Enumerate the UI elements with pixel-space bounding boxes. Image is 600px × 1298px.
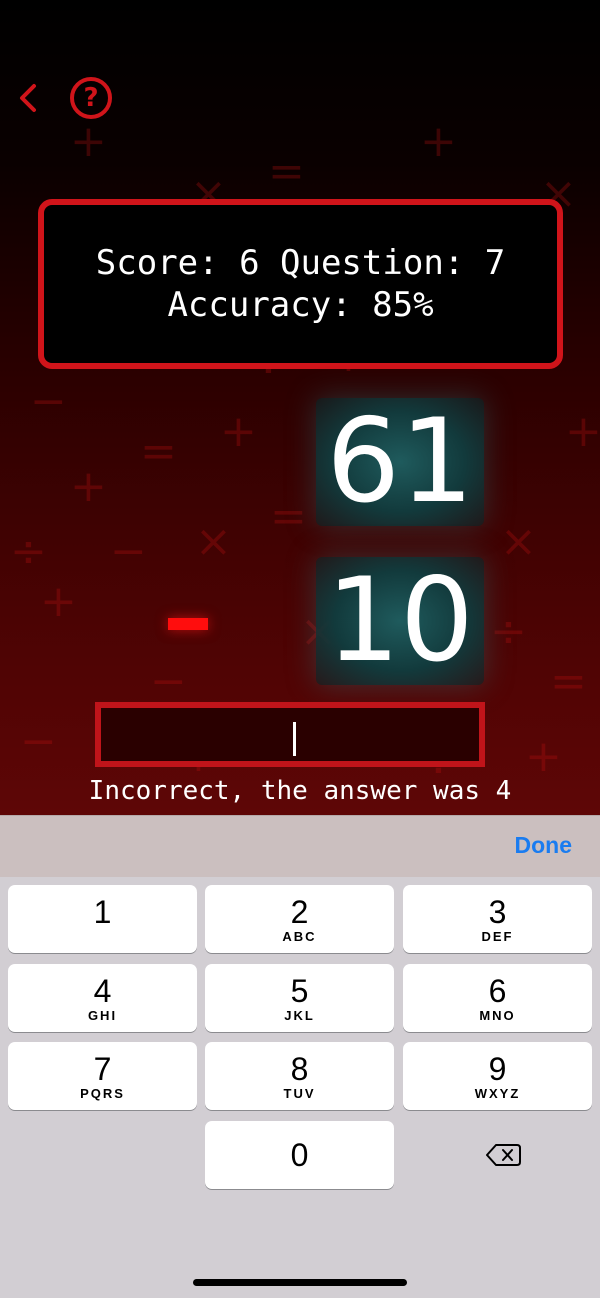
key-4[interactable]: 4 GHI: [8, 964, 197, 1032]
backspace-icon: [486, 1144, 521, 1166]
background-symbol: +: [420, 116, 457, 167]
background-symbol: =: [140, 426, 177, 477]
back-button[interactable]: [12, 78, 46, 118]
answer-input[interactable]: [95, 702, 485, 767]
keyboard-toolbar: Done: [0, 815, 600, 877]
background-symbol: −: [110, 526, 147, 577]
scoreboard: Score: 6 Question: 7 Accuracy: 85%: [38, 199, 563, 369]
key-3[interactable]: 3 DEF: [403, 885, 592, 953]
feedback-message: Incorrect, the answer was 4: [88, 776, 512, 806]
key-letters: PQRS: [80, 1086, 125, 1101]
minus-operator: [168, 618, 208, 630]
background-symbol: ÷: [490, 606, 527, 657]
key-digit: 1: [93, 894, 112, 930]
key-8[interactable]: 8 TUV: [205, 1042, 394, 1110]
key-letters: WXYZ: [474, 1086, 521, 1101]
text-caret: [293, 722, 296, 756]
done-button[interactable]: Done: [515, 832, 573, 859]
home-indicator: [193, 1279, 407, 1286]
background-symbol: ÷: [10, 526, 47, 577]
question-circle-icon: ?: [83, 83, 99, 113]
key-digit: 2: [290, 894, 309, 930]
key-letters: GHI: [87, 1008, 118, 1023]
chevron-left-icon: [20, 84, 36, 112]
numeric-keypad: 1 2 ABC 3 DEF 4 GHI 5 JKL 6 MNO 7 PQRS 8…: [0, 877, 600, 1298]
key-letters: MNO: [479, 1008, 516, 1023]
key-6[interactable]: 6 MNO: [403, 964, 592, 1032]
score-question-text: Score: 6 Question: 7: [95, 243, 506, 283]
help-button[interactable]: ?: [70, 77, 112, 119]
key-letters: DEF: [481, 929, 514, 944]
key-2[interactable]: 2 ABC: [205, 885, 394, 953]
background-symbol: +: [220, 406, 257, 457]
key-digit: 8: [290, 1051, 309, 1087]
background-symbol: ×: [195, 516, 232, 567]
key-digit: 4: [93, 973, 112, 1009]
key-7[interactable]: 7 PQRS: [8, 1042, 197, 1110]
background-symbol: +: [40, 576, 77, 627]
key-1[interactable]: 1: [8, 885, 197, 953]
first-operand: 61: [316, 398, 484, 526]
key-digit: 3: [488, 894, 507, 930]
second-operand: 10: [316, 557, 484, 685]
background-symbol: +: [70, 461, 107, 512]
background-symbol: =: [550, 656, 587, 707]
delete-key[interactable]: [403, 1121, 592, 1189]
key-letters: JKL: [284, 1008, 315, 1023]
key-digit: 6: [488, 973, 507, 1009]
background-symbol: −: [150, 656, 187, 707]
background-symbol: −: [20, 716, 57, 767]
key-letters: TUV: [283, 1086, 316, 1101]
key-digit: 5: [290, 973, 309, 1009]
key-digit: 7: [93, 1051, 112, 1087]
key-5[interactable]: 5 JKL: [205, 964, 394, 1032]
key-digit: 9: [488, 1051, 507, 1087]
background-symbol: +: [565, 406, 600, 457]
background-symbol: ×: [500, 516, 537, 567]
key-9[interactable]: 9 WXYZ: [403, 1042, 592, 1110]
key-digit: 0: [290, 1137, 309, 1173]
key-letters: ABC: [282, 929, 317, 944]
accuracy-text: Accuracy: 85%: [167, 285, 434, 325]
key-0[interactable]: 0: [205, 1121, 394, 1189]
background-symbol: +: [70, 116, 107, 167]
game-screen: + = + × × = ÷ + − = + + + = ÷ − × × + × …: [0, 0, 600, 815]
background-symbol: −: [30, 376, 67, 427]
background-symbol: =: [268, 146, 305, 197]
background-symbol: =: [270, 491, 307, 542]
